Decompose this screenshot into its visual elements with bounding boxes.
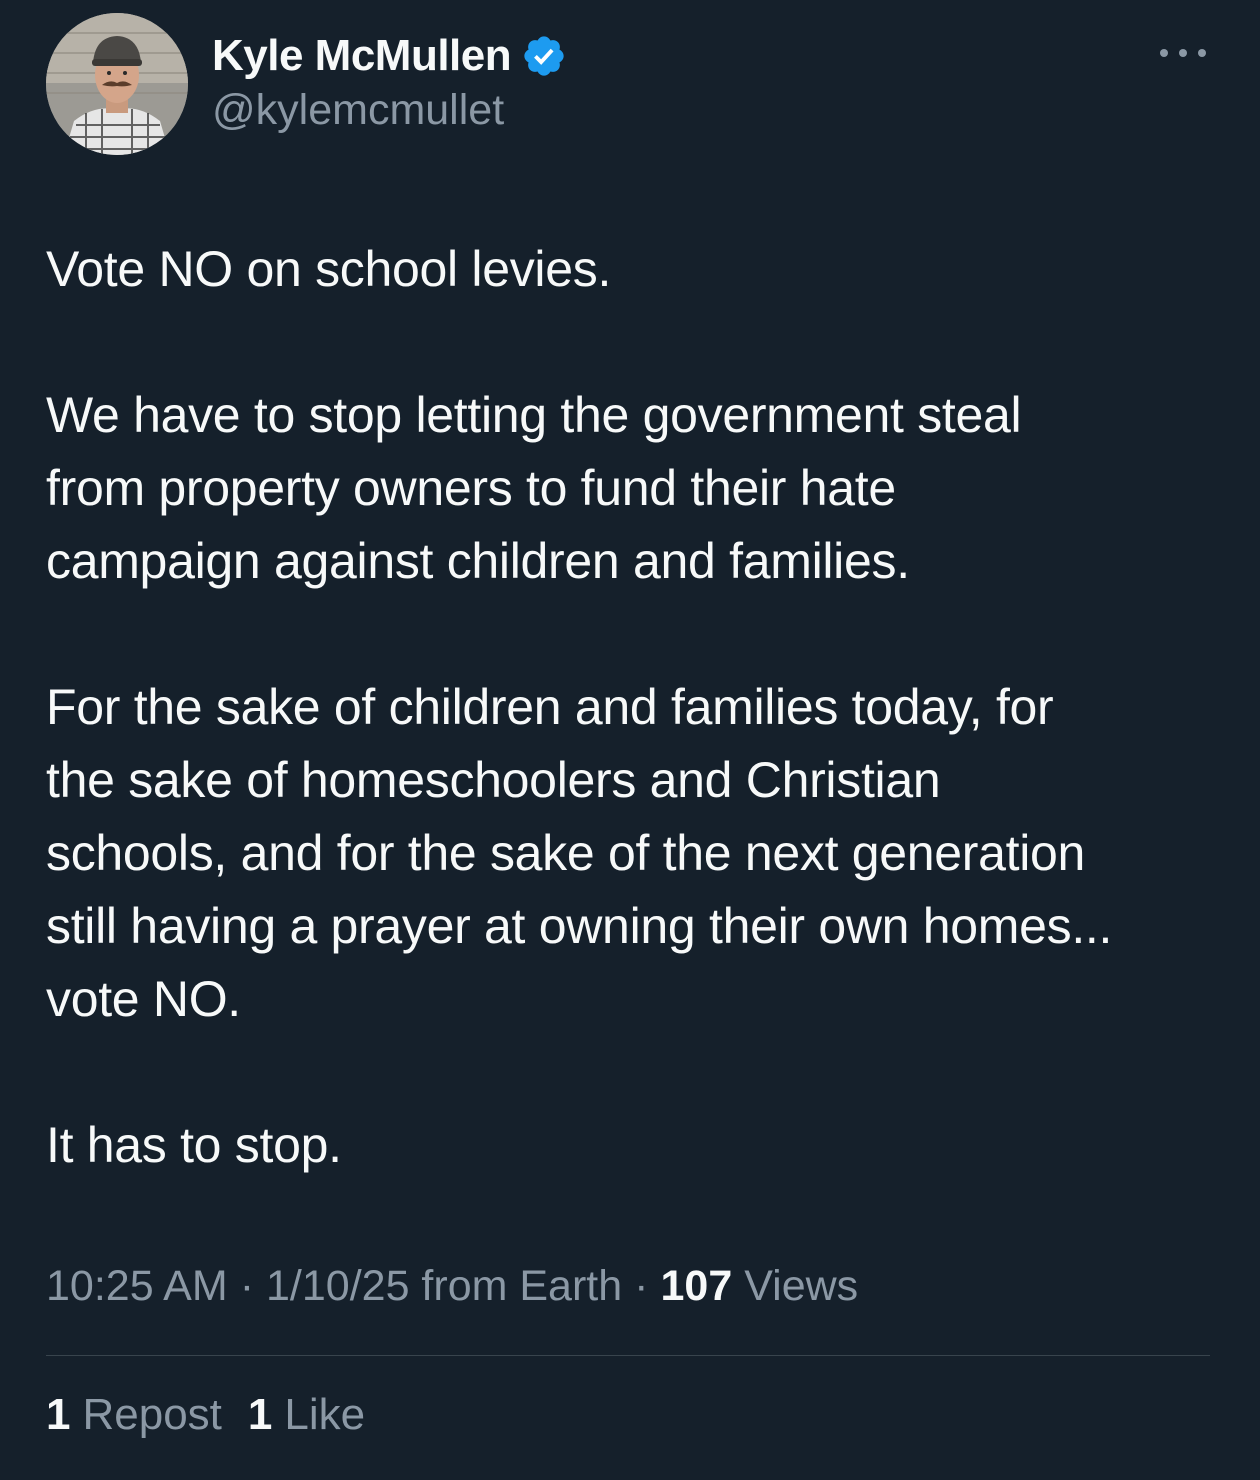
tweet: Kyle McMullen @kylemcmullet Vote NO on s… <box>0 0 1260 1480</box>
more-dot <box>1160 49 1168 57</box>
tweet-date-source[interactable]: 1/10/25 from Earth <box>266 1262 622 1311</box>
views-label: Views <box>744 1262 859 1310</box>
more-options-icon[interactable] <box>1160 36 1206 70</box>
tweet-time[interactable]: 10:25 AM <box>46 1262 228 1311</box>
divider <box>46 1355 1210 1356</box>
reposts-stat[interactable]: 1 Repost <box>46 1390 222 1440</box>
tweet-paragraph: Vote NO on school levies. <box>46 241 612 297</box>
profile-photo <box>46 13 188 155</box>
more-dot <box>1179 49 1187 57</box>
reposts-count: 1 <box>46 1390 71 1439</box>
tweet-meta: 10:25 AM · 1/10/25 from Earth · 107 View… <box>46 1262 858 1311</box>
verified-badge-icon <box>524 36 564 76</box>
likes-stat[interactable]: 1 Like <box>248 1390 365 1440</box>
engagement-stats: 1 Repost 1 Like <box>46 1390 391 1440</box>
avatar[interactable] <box>46 13 188 155</box>
reposts-label: Repost <box>82 1390 222 1439</box>
meta-separator: · <box>239 1262 255 1310</box>
views-count: 107 <box>660 1262 733 1310</box>
author-display-name[interactable]: Kyle McMullen <box>212 31 512 81</box>
tweet-paragraph: We have to stop letting the government s… <box>46 387 1022 589</box>
more-dot <box>1198 49 1206 57</box>
author-handle[interactable]: @kylemcmullet <box>212 86 504 135</box>
tweet-paragraph: For the sake of children and families to… <box>46 679 1113 1027</box>
author-name-row[interactable]: Kyle McMullen <box>212 28 567 84</box>
tweet-text: Vote NO on school levies. We have to sto… <box>46 233 1226 1182</box>
tweet-paragraph: It has to stop. <box>46 1117 342 1173</box>
meta-separator: · <box>634 1262 649 1310</box>
likes-label: Like <box>284 1390 366 1439</box>
likes-count: 1 <box>247 1390 273 1439</box>
